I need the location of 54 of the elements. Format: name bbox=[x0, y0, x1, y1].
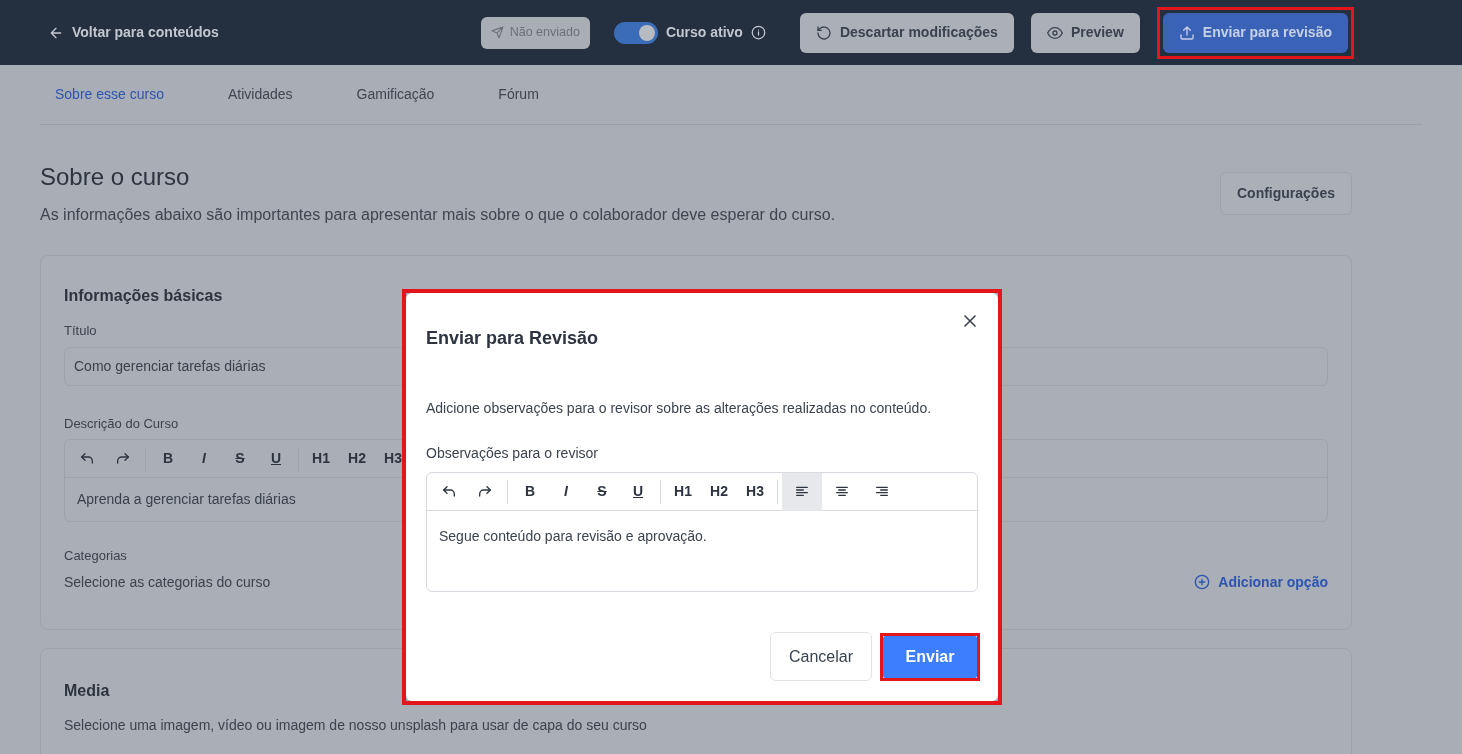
eye-icon bbox=[1046, 24, 1063, 41]
paper-plane-icon bbox=[490, 26, 504, 39]
format-button[interactable]: S bbox=[584, 472, 620, 511]
status-badge: Não enviado bbox=[480, 16, 590, 49]
cancel-button[interactable]: Cancelar bbox=[769, 632, 872, 681]
format-button[interactable]: I bbox=[548, 472, 584, 511]
redo-icon[interactable] bbox=[115, 450, 131, 467]
settings-button[interactable]: Configurações bbox=[1220, 172, 1352, 215]
submit-review-button[interactable]: Enviar para revisão bbox=[1162, 12, 1348, 53]
toggle-switch[interactable] bbox=[613, 21, 658, 44]
format-button[interactable]: B bbox=[512, 472, 548, 511]
format-button[interactable]: U bbox=[620, 472, 656, 511]
editor-text: Aprenda a gerenciar tarefas diárias bbox=[77, 491, 296, 507]
send-button[interactable]: Enviar bbox=[883, 635, 977, 678]
field-label: Categorias bbox=[64, 547, 127, 565]
format-button[interactable]: H1 bbox=[665, 472, 701, 511]
page-title: Sobre o curso bbox=[40, 162, 191, 192]
section-hint: Selecione uma imagem, vídeo ou imagem de nosso unsplash para usar de capa do seu curso bbox=[64, 715, 648, 735]
toggle-label: Curso ativo bbox=[665, 23, 743, 42]
tab[interactable]: Atividades bbox=[212, 84, 308, 105]
format-button[interactable]: H3 bbox=[737, 472, 773, 511]
format-button[interactable]: I bbox=[186, 439, 222, 478]
redo-icon[interactable] bbox=[477, 483, 493, 500]
section-title: Media bbox=[64, 680, 111, 701]
undo-icon[interactable] bbox=[441, 483, 457, 500]
format-button[interactable]: B bbox=[150, 439, 186, 478]
tab[interactable]: Sobre esse curso bbox=[40, 84, 179, 105]
section-title: Informações básicas bbox=[64, 286, 224, 306]
field-label: Título bbox=[64, 322, 97, 340]
align-button[interactable] bbox=[782, 472, 822, 511]
field-hint: Selecione as categorias do curso bbox=[64, 572, 271, 592]
text-editor[interactable]: B I S U H1 H2 H3 Segue conteúdo para revisão e aprovação. bbox=[426, 472, 978, 592]
format-button[interactable]: H1 bbox=[303, 439, 339, 478]
format-button[interactable]: S bbox=[222, 439, 258, 478]
add-option-link[interactable]: Adicionar opção bbox=[1194, 571, 1328, 593]
tab[interactable]: Gamificação bbox=[341, 84, 450, 105]
format-button[interactable]: H2 bbox=[339, 439, 375, 478]
preview-button[interactable]: Preview bbox=[1030, 12, 1140, 53]
format-button[interactable]: H2 bbox=[701, 472, 737, 511]
plus-circle-icon bbox=[1194, 574, 1211, 590]
field-label: Descrição do Curso bbox=[64, 414, 179, 433]
discard-button[interactable]: Descartar modificações bbox=[799, 12, 1014, 53]
editor-text: Segue conteúdo para revisão e aprovação. bbox=[438, 527, 708, 546]
back-link[interactable]: Voltar para conteúdos bbox=[48, 22, 219, 43]
info-icon bbox=[750, 25, 766, 40]
format-button[interactable]: U bbox=[258, 439, 294, 478]
rotate-icon bbox=[815, 24, 832, 41]
modal-title: Enviar para Revisão bbox=[426, 327, 600, 350]
undo-icon[interactable] bbox=[79, 450, 95, 467]
tab[interactable]: Fórum bbox=[483, 84, 554, 105]
upload-icon bbox=[1178, 24, 1195, 41]
modal-description: Adicione observações para o revisor sobre as alterações realizadas no conteúdo. bbox=[426, 399, 933, 418]
field-label: Observações para o revisor bbox=[426, 444, 599, 463]
page-subtitle: As informações abaixo são importantes para apresentar mais sobre o que o colaborador deve esperar do curso. bbox=[40, 205, 836, 225]
